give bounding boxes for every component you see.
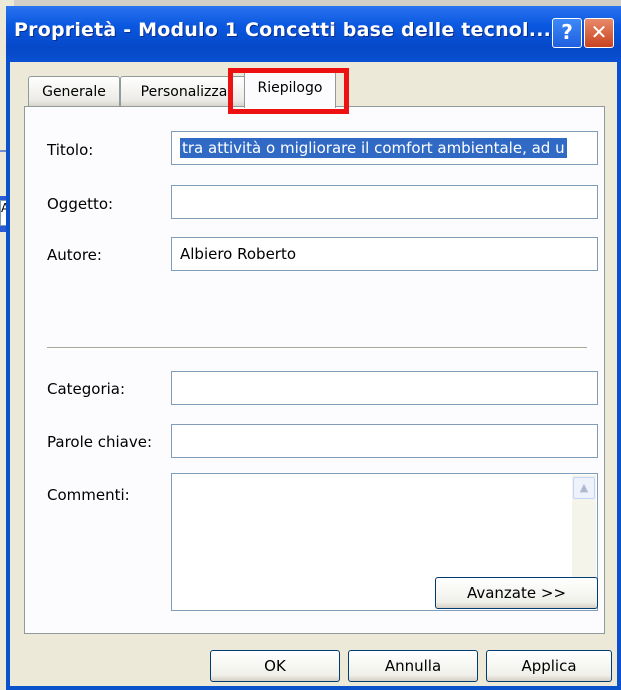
titolo-value: tra attività o migliorare il comfort amb…	[180, 138, 567, 158]
autore-label: Autore:	[47, 246, 102, 264]
categoria-field[interactable]	[171, 371, 598, 405]
categoria-label: Categoria:	[47, 380, 126, 398]
close-button[interactable]: ✕	[584, 18, 614, 48]
scroll-up-icon[interactable]: ▲	[573, 477, 595, 499]
oggetto-label: Oggetto:	[47, 195, 114, 213]
dialog-client-area: Generale Personalizza Riepilogo Titolo: …	[10, 62, 617, 686]
titolo-field[interactable]: tra attività o migliorare il comfort amb…	[171, 131, 598, 165]
ok-button[interactable]: OK	[210, 650, 340, 682]
red-highlight-box	[228, 68, 349, 114]
avanzate-button[interactable]: Avanzate >>	[435, 577, 598, 609]
tab-generale[interactable]: Generale	[28, 76, 120, 106]
titolo-label: Titolo:	[47, 141, 94, 159]
window-title: Proprietà - Modulo 1 Concetti base delle…	[14, 19, 552, 41]
annulla-button[interactable]: Annulla	[348, 650, 478, 682]
properties-dialog: Proprietà - Modulo 1 Concetti base delle…	[6, 6, 621, 690]
parole-chiave-field[interactable]	[171, 424, 598, 458]
close-icon: ✕	[590, 20, 608, 44]
title-bar[interactable]: Proprietà - Modulo 1 Concetti base delle…	[6, 6, 621, 62]
tab-panel-riepilogo: Titolo: tra attività o migliorare il com…	[24, 106, 605, 634]
oggetto-field[interactable]	[171, 185, 598, 219]
autore-field[interactable]: Albiero Roberto	[171, 237, 598, 271]
help-button[interactable]: ?	[552, 18, 582, 48]
applica-button[interactable]: Applica	[486, 650, 612, 682]
help-icon: ?	[561, 20, 573, 44]
separator	[47, 347, 587, 349]
commenti-label: Commenti:	[47, 486, 130, 504]
parole-chiave-label: Parole chiave:	[47, 433, 153, 451]
